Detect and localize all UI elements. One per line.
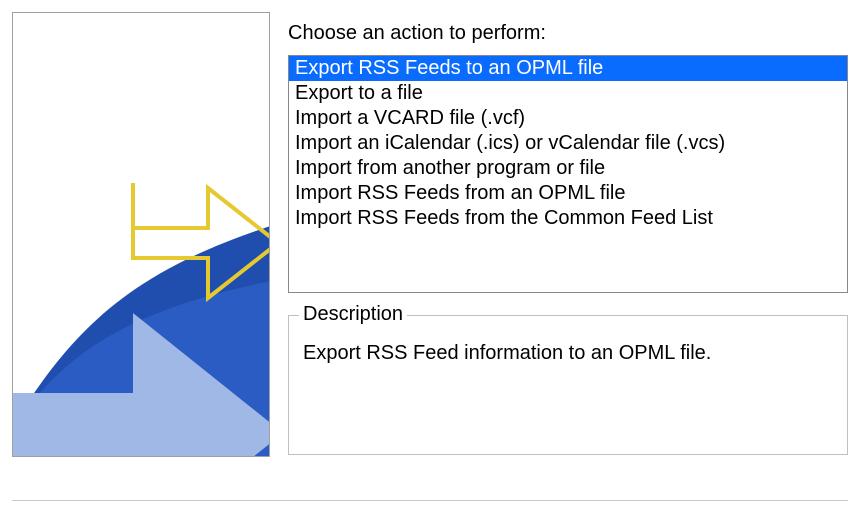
action-item-import-rss-common[interactable]: Import RSS Feeds from the Common Feed Li…: [289, 206, 847, 231]
wizard-graphic: [12, 12, 270, 457]
import-export-wizard-dialog: Choose an action to perform: Export RSS …: [0, 0, 860, 520]
action-item-export-file[interactable]: Export to a file: [289, 81, 847, 106]
action-item-import-vcard[interactable]: Import a VCARD file (.vcf): [289, 106, 847, 131]
action-item-export-rss-opml[interactable]: Export RSS Feeds to an OPML file: [289, 56, 847, 81]
action-item-import-icalendar[interactable]: Import an iCalendar (.ics) or vCalendar …: [289, 131, 847, 156]
description-groupbox: Description Export RSS Feed information …: [288, 315, 848, 455]
horizontal-divider: [12, 500, 848, 502]
description-text: Export RSS Feed information to an OPML f…: [303, 342, 833, 365]
actions-listbox[interactable]: Export RSS Feeds to an OPML file Export …: [288, 55, 848, 293]
action-item-import-program-file[interactable]: Import from another program or file: [289, 156, 847, 181]
content-row: Choose an action to perform: Export RSS …: [12, 12, 848, 457]
prompt-label: Choose an action to perform:: [288, 22, 848, 45]
main-column: Choose an action to perform: Export RSS …: [288, 12, 848, 457]
description-legend: Description: [299, 303, 407, 326]
import-export-arrows-icon: [13, 13, 270, 457]
action-item-import-rss-opml[interactable]: Import RSS Feeds from an OPML file: [289, 181, 847, 206]
